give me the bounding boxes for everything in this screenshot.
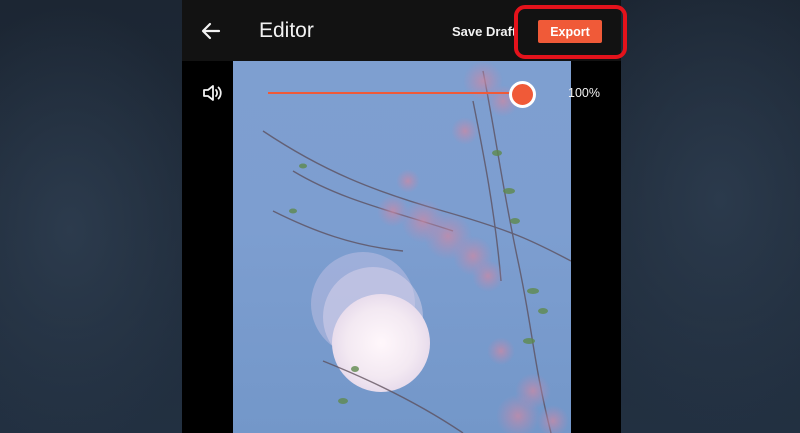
save-draft-button[interactable]: Save Draft	[452, 24, 516, 39]
arrow-left-icon	[201, 22, 221, 40]
top-bar: Editor Save Draft Export	[182, 0, 621, 61]
page-title: Editor	[259, 19, 314, 42]
volume-slider-track[interactable]	[268, 92, 524, 94]
editor-screen: Editor Save Draft Export 100%	[182, 0, 621, 433]
volume-control: 100%	[182, 76, 621, 110]
volume-value: 100%	[568, 86, 600, 100]
video-frame-image	[262, 61, 571, 433]
export-button[interactable]: Export	[538, 20, 602, 43]
speaker-icon[interactable]	[201, 82, 223, 104]
back-button[interactable]	[196, 16, 226, 46]
volume-slider-thumb[interactable]	[509, 81, 536, 108]
video-preview[interactable]	[233, 61, 571, 433]
